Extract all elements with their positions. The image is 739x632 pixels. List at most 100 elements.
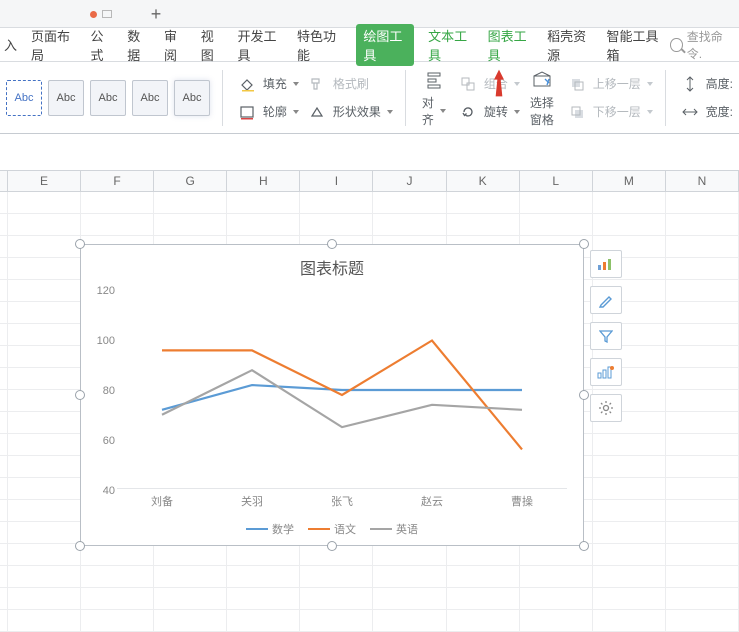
menu-smart-toolbox[interactable]: 智能工具箱: [600, 28, 671, 61]
cell[interactable]: [593, 214, 666, 235]
chart-style-button[interactable]: [590, 286, 622, 314]
cell[interactable]: [666, 280, 739, 301]
cell[interactable]: [154, 214, 227, 235]
cell[interactable]: [8, 478, 81, 499]
cell[interactable]: [373, 192, 446, 213]
shape-preset-2[interactable]: Abc: [48, 80, 84, 116]
cell[interactable]: [666, 258, 739, 279]
resize-handle-se[interactable]: [579, 541, 589, 551]
cell[interactable]: [593, 610, 666, 631]
cell[interactable]: [8, 522, 81, 543]
legend[interactable]: 数学语文英语: [81, 521, 583, 537]
resize-handle-s[interactable]: [327, 541, 337, 551]
col-header[interactable]: L: [520, 171, 593, 191]
cell[interactable]: [593, 500, 666, 521]
cell[interactable]: [227, 192, 300, 213]
shape-preset-3[interactable]: Abc: [90, 80, 126, 116]
cell[interactable]: [300, 192, 373, 213]
shape-preset-5[interactable]: Abc: [174, 80, 210, 116]
cell[interactable]: [666, 610, 739, 631]
menu-special[interactable]: 特色功能: [290, 28, 349, 61]
cell[interactable]: [666, 302, 739, 323]
col-header[interactable]: K: [447, 171, 520, 191]
cell[interactable]: [8, 390, 81, 411]
cell[interactable]: [227, 544, 300, 565]
resize-handle-w[interactable]: [75, 390, 85, 400]
cell[interactable]: [593, 544, 666, 565]
col-header[interactable]: M: [593, 171, 666, 191]
cell[interactable]: [447, 544, 520, 565]
cell[interactable]: [227, 214, 300, 235]
cell[interactable]: [666, 544, 739, 565]
outline-button[interactable]: 轮廓: [235, 101, 299, 123]
cell[interactable]: [81, 192, 154, 213]
menu-page-layout[interactable]: 页面布局: [24, 28, 83, 61]
cell[interactable]: [8, 544, 81, 565]
cell[interactable]: [8, 456, 81, 477]
cell[interactable]: [593, 478, 666, 499]
cell[interactable]: [666, 456, 739, 477]
cell[interactable]: [81, 588, 154, 609]
cell[interactable]: [373, 610, 446, 631]
cell[interactable]: [8, 434, 81, 455]
plot-area[interactable]: [117, 291, 567, 489]
cell[interactable]: [8, 236, 81, 257]
cell[interactable]: [520, 588, 593, 609]
chart-elements-button[interactable]: [590, 250, 622, 278]
cell[interactable]: [8, 588, 81, 609]
cell[interactable]: [447, 588, 520, 609]
cell[interactable]: [373, 588, 446, 609]
legend-item[interactable]: 语文: [308, 521, 356, 537]
cell[interactable]: [593, 522, 666, 543]
menu-drawing-tools[interactable]: 绘图工具: [349, 28, 421, 61]
menu-text-tools[interactable]: 文本工具: [421, 28, 480, 61]
grid-row[interactable]: [0, 566, 739, 588]
col-header[interactable]: E: [8, 171, 81, 191]
cell[interactable]: [154, 192, 227, 213]
cell[interactable]: [593, 588, 666, 609]
grid-row[interactable]: [0, 214, 739, 236]
menu-docer[interactable]: 稻壳资源: [540, 28, 599, 61]
cell[interactable]: [81, 214, 154, 235]
shape-preset-4[interactable]: Abc: [132, 80, 168, 116]
cell[interactable]: [666, 192, 739, 213]
cell[interactable]: [81, 610, 154, 631]
align-button[interactable]: 对齐: [418, 66, 450, 130]
cell[interactable]: [8, 368, 81, 389]
window-close-dot[interactable]: [90, 11, 97, 18]
cell[interactable]: [8, 258, 81, 279]
fill-button[interactable]: 填充: [235, 73, 299, 95]
col-header[interactable]: J: [373, 171, 446, 191]
resize-handle-nw[interactable]: [75, 239, 85, 249]
cell[interactable]: [666, 390, 739, 411]
cell[interactable]: [8, 280, 81, 301]
cell[interactable]: [666, 346, 739, 367]
shape-effects-button[interactable]: 形状效果: [305, 101, 393, 123]
cell[interactable]: [447, 610, 520, 631]
cell[interactable]: [8, 346, 81, 367]
cell[interactable]: [154, 588, 227, 609]
cell[interactable]: [8, 192, 81, 213]
cell[interactable]: [8, 302, 81, 323]
col-header[interactable]: N: [666, 171, 739, 191]
menu-developer[interactable]: 开发工具: [230, 28, 289, 61]
shape-preset-1[interactable]: Abc: [6, 80, 42, 116]
menu-formulas[interactable]: 公式: [83, 28, 120, 61]
grid-row[interactable]: [0, 588, 739, 610]
col-header[interactable]: G: [154, 171, 227, 191]
cell[interactable]: [300, 544, 373, 565]
cell[interactable]: [227, 588, 300, 609]
series-line[interactable]: [162, 370, 522, 427]
resize-handle-n[interactable]: [327, 239, 337, 249]
menu-review[interactable]: 审阅: [157, 28, 194, 61]
resize-handle-ne[interactable]: [579, 239, 589, 249]
legend-item[interactable]: 数学: [246, 521, 294, 537]
new-tab-button[interactable]: +: [146, 4, 166, 24]
col-header[interactable]: I: [300, 171, 373, 191]
legend-item[interactable]: 英语: [370, 521, 418, 537]
window-restore-icon[interactable]: [102, 10, 112, 18]
menu-chart-tools[interactable]: 图表工具: [481, 28, 540, 61]
menu-insert-partial[interactable]: 入: [4, 28, 24, 61]
cell[interactable]: [81, 544, 154, 565]
cell[interactable]: [8, 324, 81, 345]
